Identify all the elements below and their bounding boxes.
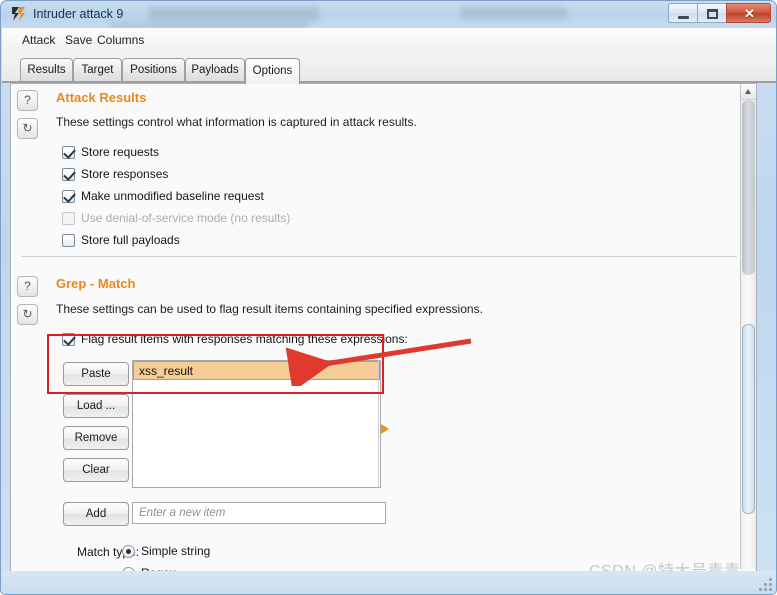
grep-match-title: Grep - Match bbox=[56, 276, 135, 291]
radio-dot-icon bbox=[126, 549, 131, 554]
attack-results-refresh-icon[interactable]: ↻ bbox=[17, 118, 38, 139]
attack-results-description: These settings control what information … bbox=[56, 115, 417, 129]
checkbox-box bbox=[62, 212, 75, 225]
check-icon bbox=[63, 146, 76, 159]
section-divider bbox=[21, 256, 737, 257]
close-icon: ✕ bbox=[727, 4, 772, 24]
checkbox-box bbox=[62, 190, 75, 203]
checkbox-label: Store full payloads bbox=[81, 233, 180, 248]
options-panel: ? ↻ Attack Results These settings contro… bbox=[10, 83, 757, 572]
radio-label: Simple string bbox=[141, 544, 210, 559]
burp-logo-icon bbox=[11, 6, 27, 22]
window-bottom-strip bbox=[2, 571, 777, 595]
grep-match-expressions-list[interactable]: xss_result bbox=[132, 360, 381, 488]
check-icon bbox=[63, 190, 76, 203]
tab-options[interactable]: Options bbox=[245, 58, 300, 84]
tab-strip: Results Target Positions Payloads Option… bbox=[2, 53, 777, 83]
checkbox-label: Use denial-of-service mode (no results) bbox=[81, 211, 290, 226]
list-right-edge bbox=[378, 360, 379, 488]
checkbox-label: Flag result items with responses matchin… bbox=[81, 332, 408, 347]
resize-grip[interactable] bbox=[759, 578, 773, 592]
tab-payloads[interactable]: Payloads bbox=[185, 58, 245, 82]
attack-results-help-icon[interactable]: ? bbox=[17, 90, 38, 111]
clear-button[interactable]: Clear bbox=[63, 458, 129, 482]
title-redacted-region-2 bbox=[461, 6, 567, 21]
minimize-button[interactable] bbox=[668, 3, 697, 23]
grep-match-help-icon[interactable]: ? bbox=[17, 276, 38, 297]
paste-button[interactable]: Paste bbox=[63, 362, 129, 386]
maximize-icon bbox=[707, 9, 718, 19]
tab-positions[interactable]: Positions bbox=[122, 58, 185, 82]
maximize-button[interactable] bbox=[697, 3, 726, 23]
remove-button[interactable]: Remove bbox=[63, 426, 129, 450]
tab-target[interactable]: Target bbox=[73, 58, 122, 82]
menu-item-save[interactable]: Save bbox=[61, 32, 96, 49]
checkbox-box bbox=[62, 168, 75, 181]
vertical-scrollbar[interactable] bbox=[740, 84, 756, 569]
checkbox-label: Make unmodified baseline request bbox=[81, 189, 264, 204]
attack-results-title: Attack Results bbox=[56, 90, 146, 105]
checkbox-box bbox=[62, 333, 75, 346]
grep-match-refresh-icon[interactable]: ↻ bbox=[17, 304, 38, 325]
scrollbar-thumb-upper[interactable] bbox=[742, 100, 755, 275]
scrollbar-thumb[interactable] bbox=[742, 324, 755, 514]
close-button[interactable]: ✕ bbox=[726, 3, 771, 23]
list-item[interactable]: xss_result bbox=[133, 361, 380, 380]
chevron-up-icon bbox=[745, 89, 751, 94]
grep-match-description: These settings can be used to flag resul… bbox=[56, 302, 483, 316]
tab-results[interactable]: Results bbox=[20, 58, 73, 82]
checkbox-box bbox=[62, 234, 75, 247]
minimize-icon bbox=[678, 16, 689, 19]
checkbox-box bbox=[62, 146, 75, 159]
checkbox-label: Store requests bbox=[81, 145, 159, 160]
add-button[interactable]: Add bbox=[63, 502, 129, 526]
title-bar: Intruder attack 9 ✕ bbox=[1, 1, 777, 28]
window-controls: ✕ bbox=[668, 3, 771, 24]
intruder-attack-window: Intruder attack 9 ✕ Attack Save Columns … bbox=[0, 0, 777, 595]
checkbox-label: Store responses bbox=[81, 167, 168, 182]
orange-triangle-icon[interactable] bbox=[381, 424, 389, 434]
check-icon bbox=[63, 168, 76, 181]
check-icon bbox=[63, 333, 76, 346]
scroll-up-button[interactable] bbox=[741, 84, 756, 100]
menu-item-attack[interactable]: Attack bbox=[18, 32, 59, 49]
new-item-input[interactable]: Enter a new item bbox=[132, 502, 386, 524]
radio-box bbox=[122, 545, 135, 558]
menu-bar: Attack Save Columns bbox=[2, 28, 777, 54]
menu-item-columns[interactable]: Columns bbox=[93, 32, 148, 49]
load-button[interactable]: Load ... bbox=[63, 394, 129, 418]
